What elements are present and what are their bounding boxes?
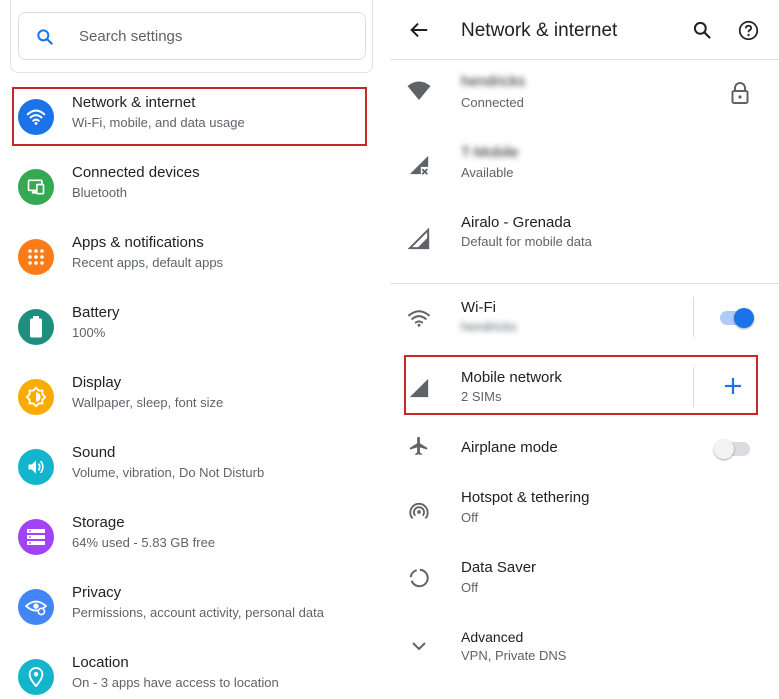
hotspot-status: Off bbox=[461, 510, 479, 525]
search-input[interactable]: Search settings bbox=[18, 12, 366, 60]
search-bar-container: Search settings bbox=[10, 0, 373, 73]
network-status: Default for mobile data bbox=[461, 234, 592, 249]
highlight-network-item bbox=[12, 87, 367, 146]
item-title: Connected devices bbox=[72, 164, 200, 181]
hotspot-icon bbox=[406, 499, 432, 525]
advanced-sub: VPN, Private DNS bbox=[461, 648, 567, 663]
settings-item-location[interactable]: Location On - 3 apps have access to loca… bbox=[0, 642, 376, 699]
wifi-icon bbox=[406, 305, 432, 331]
settings-item-display[interactable]: Display Wallpaper, sleep, font size bbox=[0, 362, 376, 432]
highlight-mobile-network bbox=[404, 355, 758, 415]
item-subtitle: Bluetooth bbox=[72, 185, 127, 200]
item-title: Apps & notifications bbox=[72, 234, 204, 251]
data-saver-title: Data Saver bbox=[461, 559, 537, 576]
brightness-icon bbox=[18, 379, 54, 415]
settings-item-battery[interactable]: Battery 100% bbox=[0, 292, 376, 362]
network-item-wifi-connected[interactable]: hendricks Connected bbox=[390, 60, 779, 130]
app-bar: Network & internet bbox=[390, 0, 779, 60]
airplane-icon bbox=[406, 433, 432, 459]
item-subtitle: Volume, vibration, Do Not Disturb bbox=[72, 465, 265, 480]
cellular-signal-icon bbox=[406, 226, 432, 252]
airplane-mode-toggle[interactable] bbox=[714, 439, 750, 459]
advanced-setting[interactable]: Advanced VPN, Private DNS bbox=[390, 623, 779, 693]
apps-icon bbox=[18, 239, 54, 275]
item-title: Storage bbox=[72, 514, 125, 531]
wifi-toggle[interactable] bbox=[720, 308, 754, 328]
item-subtitle: Recent apps, default apps bbox=[72, 255, 224, 270]
item-title: Privacy bbox=[72, 584, 122, 601]
settings-item-privacy[interactable]: Privacy Permissions, account activity, p… bbox=[0, 572, 376, 642]
vertical-separator bbox=[693, 297, 694, 337]
wifi-title: Wi-Fi bbox=[461, 299, 496, 316]
search-icon bbox=[37, 29, 53, 45]
data-saver-status: Off bbox=[461, 580, 479, 595]
wifi-setting[interactable]: Wi-Fi hendricks bbox=[390, 283, 779, 353]
location-pin-icon bbox=[18, 659, 54, 695]
panel-gap bbox=[376, 0, 390, 699]
network-status: Available bbox=[461, 165, 514, 180]
devices-icon bbox=[18, 169, 54, 205]
battery-icon bbox=[18, 309, 54, 345]
settings-item-connected-devices[interactable]: Connected devices Bluetooth bbox=[0, 152, 376, 222]
toggle-knob bbox=[734, 308, 754, 328]
network-name: Airalo - Grenada bbox=[461, 214, 572, 231]
settings-item-sound[interactable]: Sound Volume, vibration, Do Not Disturb bbox=[0, 432, 376, 502]
item-subtitle: Wallpaper, sleep, font size bbox=[72, 395, 224, 410]
cellular-no-service-icon bbox=[406, 152, 432, 178]
item-subtitle: Permissions, account activity, personal … bbox=[72, 605, 324, 620]
data-saver-setting[interactable]: Data Saver Off bbox=[390, 553, 779, 623]
item-subtitle: 100% bbox=[72, 325, 106, 340]
network-item-mobile-available[interactable]: T-Mobile Available bbox=[390, 130, 779, 200]
item-title: Battery bbox=[72, 304, 120, 321]
hotspot-title: Hotspot & tethering bbox=[461, 489, 590, 506]
eye-icon bbox=[18, 589, 54, 625]
wifi-network-name: hendricks bbox=[461, 319, 517, 334]
settings-item-storage[interactable]: Storage 64% used - 5.83 GB free bbox=[0, 502, 376, 572]
item-title: Location bbox=[72, 654, 129, 671]
wifi-signal-icon bbox=[406, 78, 432, 104]
chevron-down-icon bbox=[406, 633, 432, 659]
data-saver-icon bbox=[406, 565, 432, 591]
volume-icon bbox=[18, 449, 54, 485]
hotspot-setting[interactable]: Hotspot & tethering Off bbox=[390, 483, 779, 553]
page-title: Network & internet bbox=[461, 20, 618, 41]
network-item-airalo[interactable]: Airalo - Grenada Default for mobile data bbox=[390, 200, 779, 270]
network-internet-panel: Network & internet hendricks Connected T… bbox=[390, 0, 779, 699]
lock-icon bbox=[731, 82, 749, 104]
advanced-title: Advanced bbox=[461, 629, 524, 645]
search-placeholder: Search settings bbox=[79, 28, 183, 45]
search-icon[interactable] bbox=[692, 20, 712, 40]
network-name: hendricks bbox=[461, 73, 526, 90]
network-status: Connected bbox=[461, 95, 524, 110]
item-subtitle: On - 3 apps have access to location bbox=[72, 675, 279, 690]
item-title: Sound bbox=[72, 444, 116, 461]
back-arrow-icon[interactable] bbox=[408, 19, 430, 41]
item-title: Display bbox=[72, 374, 122, 391]
help-icon[interactable] bbox=[738, 20, 759, 41]
airplane-mode-title: Airplane mode bbox=[461, 439, 558, 456]
toggle-knob bbox=[714, 439, 734, 459]
item-subtitle: 64% used - 5.83 GB free bbox=[72, 535, 216, 550]
settings-item-apps[interactable]: Apps & notifications Recent apps, defaul… bbox=[0, 222, 376, 292]
storage-icon bbox=[18, 519, 54, 555]
settings-panel: Search settings Network & internet Wi-Fi… bbox=[0, 0, 376, 699]
network-name: T-Mobile bbox=[461, 144, 519, 161]
